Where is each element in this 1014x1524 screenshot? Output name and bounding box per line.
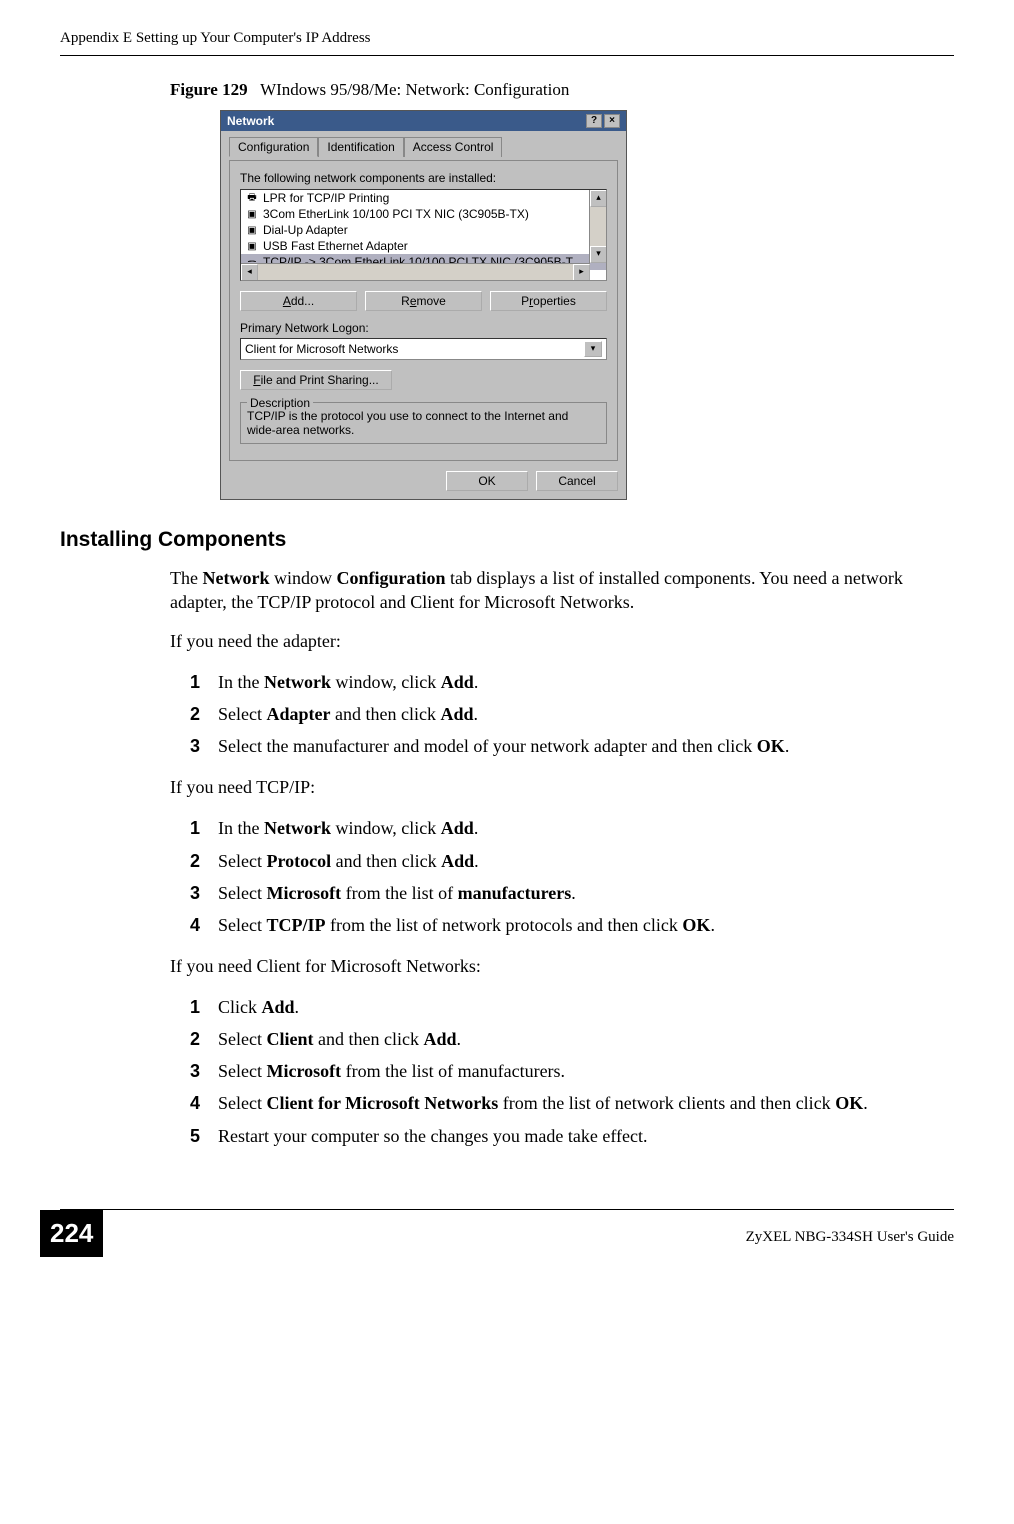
primary-logon-value: Client for Microsoft Networks [245, 342, 398, 356]
tab-access-control[interactable]: Access Control [404, 137, 503, 157]
scroll-right-icon[interactable]: ▸ [573, 264, 590, 281]
tabs-row: Configuration Identification Access Cont… [229, 137, 618, 157]
list-item[interactable]: 🖶 LPR for TCP/IP Printing [241, 190, 606, 206]
remove-button[interactable]: Remove [365, 291, 482, 311]
list-item-text: LPR for TCP/IP Printing [263, 191, 389, 205]
scroll-down-icon[interactable]: ▾ [590, 246, 607, 263]
need-tcpip-label: If you need TCP/IP: [170, 775, 954, 799]
tab-identification[interactable]: Identification [318, 137, 403, 157]
need-adapter-label: If you need the adapter: [170, 629, 954, 653]
running-header: Appendix E Setting up Your Computer's IP… [60, 30, 954, 56]
step-item: 3Select Microsoft from the list of manuf… [190, 1058, 954, 1084]
components-listbox[interactable]: 🖶 LPR for TCP/IP Printing ▣ 3Com EtherLink… [240, 189, 607, 281]
nic-icon: ▣ [245, 240, 259, 252]
file-print-sharing-button[interactable]: File and Print Sharing... [240, 370, 392, 390]
add-button-label-rest: dd... [291, 294, 314, 308]
share-button-label-rest: ile and Print Sharing... [261, 373, 379, 387]
step-item: 2Select Protocol and then click Add. [190, 848, 954, 874]
cancel-button[interactable]: Cancel [536, 471, 618, 491]
add-button[interactable]: Add... [240, 291, 357, 311]
list-item-text: USB Fast Ethernet Adapter [263, 239, 408, 253]
primary-logon-label: Primary Network Logon: [240, 321, 607, 335]
properties-button-label-rest: operties [533, 294, 576, 308]
adapter-steps: 1In the Network window, click Add. 2Sele… [190, 669, 954, 759]
scroll-up-icon[interactable]: ▴ [590, 190, 607, 207]
scrollbar-vertical[interactable]: ▴ ▾ [589, 190, 606, 263]
figure-label: Figure 129 [170, 80, 248, 99]
description-text: TCP/IP is the protocol you use to connec… [247, 409, 600, 437]
properties-button[interactable]: Properties [490, 291, 607, 311]
network-dialog: Network ? × Configuration Identification… [220, 110, 627, 500]
help-button[interactable]: ? [586, 114, 602, 128]
section-heading: Installing Components [60, 528, 954, 552]
scrollbar-horizontal[interactable]: ◂ ▸ [241, 263, 590, 280]
installed-components-label: The following network components are ins… [240, 171, 607, 185]
description-fieldset: Description TCP/IP is the protocol you u… [240, 402, 607, 444]
client-steps: 1Click Add. 2Select Client and then clic… [190, 994, 954, 1148]
step-item: 1Click Add. [190, 994, 954, 1020]
figure-caption: Figure 129 WIndows 95/98/Me: Network: Co… [170, 80, 954, 100]
ok-button[interactable]: OK [446, 471, 528, 491]
close-button[interactable]: × [604, 114, 620, 128]
appendix-title: Appendix E Setting up Your Computer's IP… [60, 30, 371, 46]
footer-guide-name: ZyXEL NBG-334SH User's Guide [746, 1221, 954, 1246]
nic-icon: ▣ [245, 208, 259, 220]
list-item-text: 3Com EtherLink 10/100 PCI TX NIC (3C905B… [263, 207, 529, 221]
tab-pane-configuration: The following network components are ins… [229, 160, 618, 461]
list-item[interactable]: ▣ 3Com EtherLink 10/100 PCI TX NIC (3C905… [241, 206, 606, 222]
intro-paragraph: The Network window Configuration tab dis… [170, 566, 954, 615]
page-number: 224 [40, 1210, 103, 1257]
step-item: 3Select the manufacturer and model of yo… [190, 733, 954, 759]
remove-button-label-rest: move [417, 294, 446, 308]
primary-logon-combo[interactable]: Client for Microsoft Networks ▾ [240, 338, 607, 360]
step-item: 1In the Network window, click Add. [190, 815, 954, 841]
list-item-text: Dial-Up Adapter [263, 223, 348, 237]
step-item: 2Select Client and then click Add. [190, 1026, 954, 1052]
page-footer: 224 ZyXEL NBG-334SH User's Guide [60, 1209, 954, 1257]
step-item: 2Select Adapter and then click Add. [190, 701, 954, 727]
dialog-body: Configuration Identification Access Cont… [221, 131, 626, 499]
tab-configuration[interactable]: Configuration [229, 137, 318, 157]
step-item: 5Restart your computer so the changes yo… [190, 1123, 954, 1149]
scroll-left-icon[interactable]: ◂ [241, 264, 258, 281]
step-item: 3Select Microsoft from the list of manuf… [190, 880, 954, 906]
dialog-titlebar: Network ? × [221, 111, 626, 131]
list-item[interactable]: ▣ Dial-Up Adapter [241, 222, 606, 238]
dialog-title: Network [227, 114, 274, 128]
chevron-down-icon[interactable]: ▾ [584, 341, 602, 357]
step-item: 4Select Client for Microsoft Networks fr… [190, 1090, 954, 1116]
nic-icon: ▣ [245, 224, 259, 236]
description-legend: Description [247, 396, 313, 410]
figure-caption-text: WIndows 95/98/Me: Network: Configuration [260, 80, 569, 99]
step-item: 1In the Network window, click Add. [190, 669, 954, 695]
step-item: 4Select TCP/IP from the list of network … [190, 912, 954, 938]
printer-icon: 🖶 [245, 192, 259, 204]
need-client-label: If you need Client for Microsoft Network… [170, 954, 954, 978]
tcpip-steps: 1In the Network window, click Add. 2Sele… [190, 815, 954, 937]
list-item[interactable]: ▣ USB Fast Ethernet Adapter [241, 238, 606, 254]
